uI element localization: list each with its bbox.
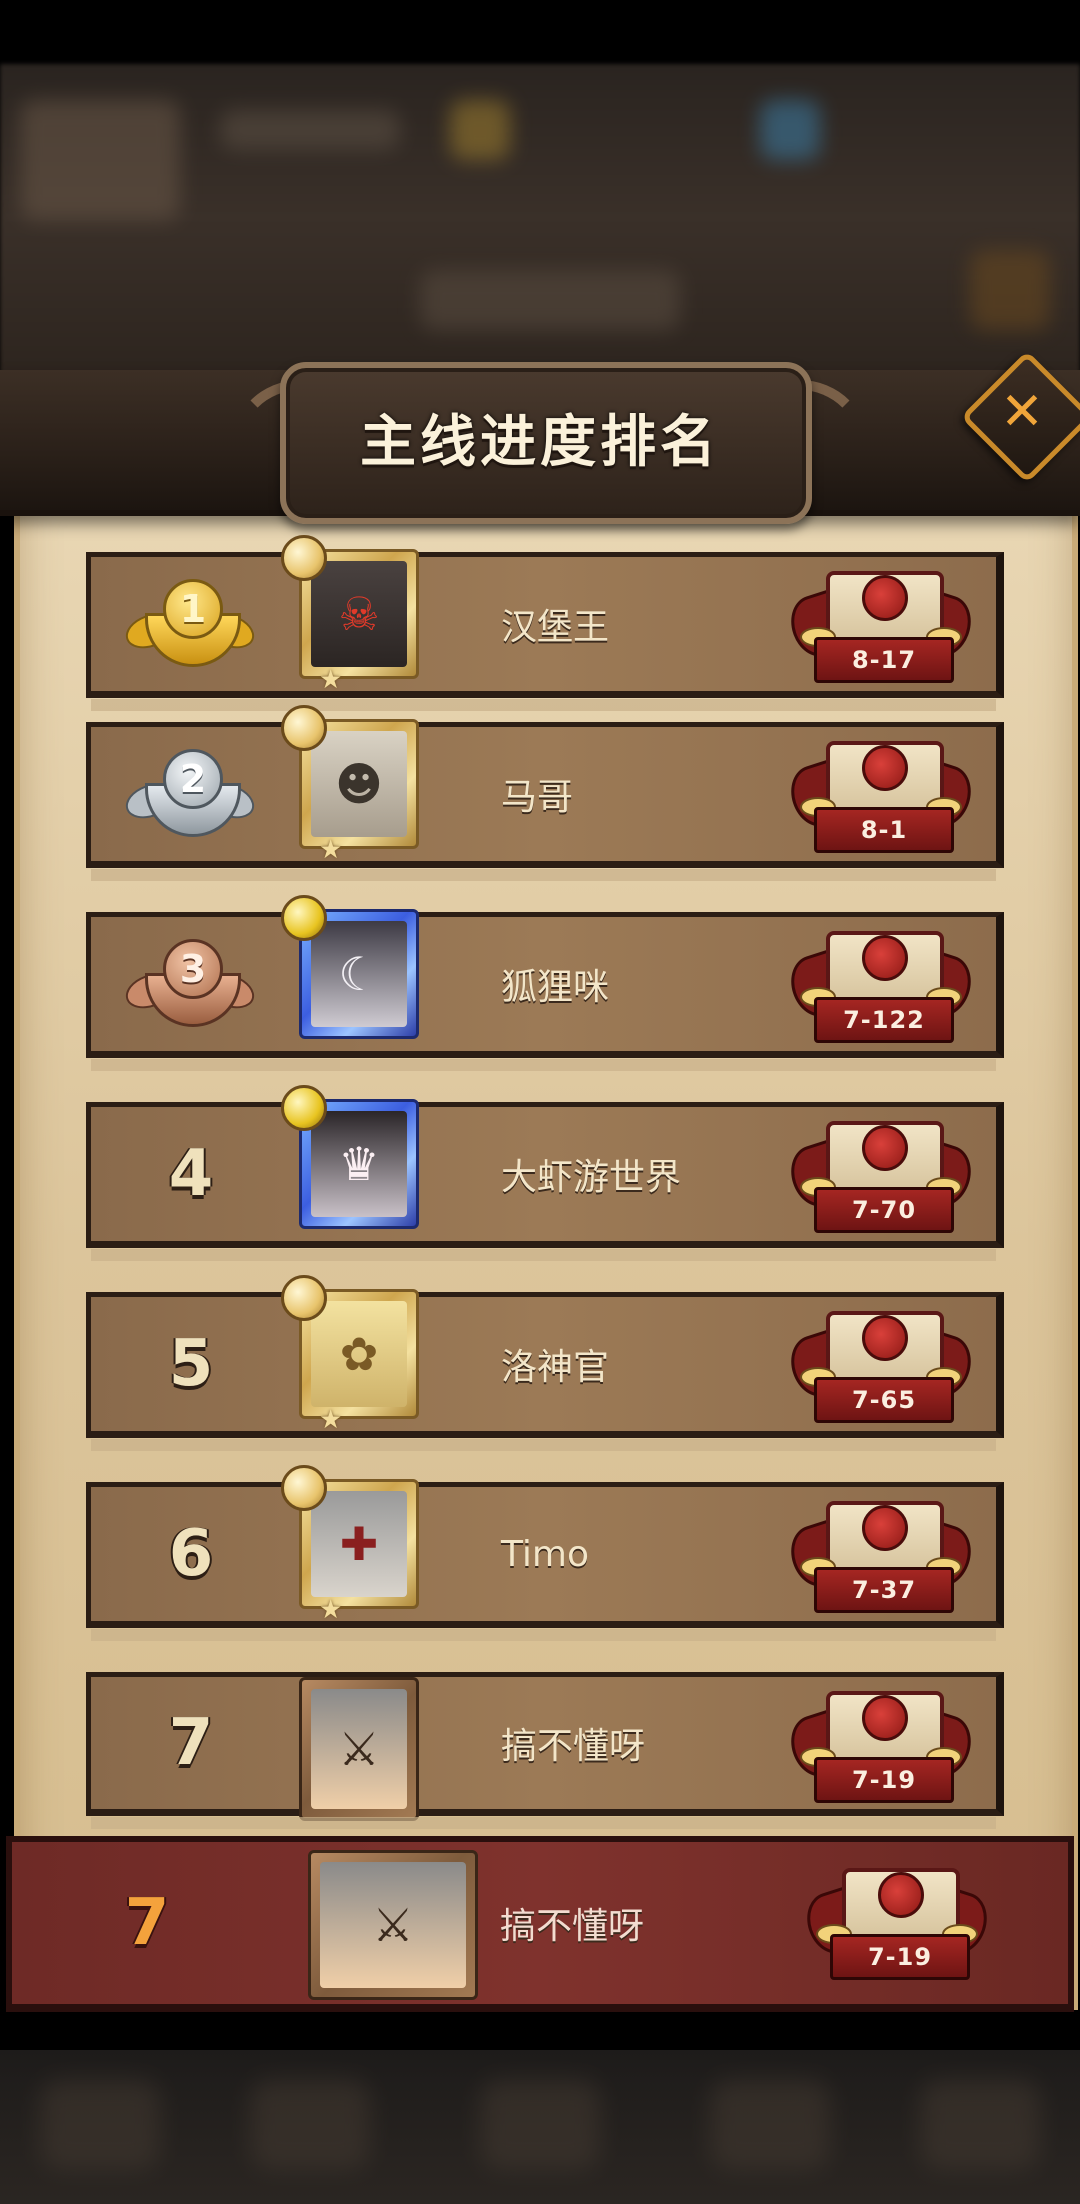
blurred-nav-tab [480,2080,600,2170]
stage-badge: 8-1 [783,735,979,859]
blonde-priestess-hero-icon: ✿ [311,1301,407,1407]
stage-badge: 7-70 [783,1115,979,1239]
bronze-medal-icon: 3 [121,935,259,1043]
star-icon: ★ [319,665,343,695]
stage-progress: 8-17 [851,646,917,674]
rank-number: 2 [163,749,223,809]
stage-badge: 7-19 [783,1685,979,1809]
stage-progress: 7-65 [851,1386,917,1414]
rank-number: 3 [163,939,223,999]
orb-icon [281,1465,327,1511]
my-rank-number: 7 [124,1886,170,1960]
blurred-gem-icon [760,100,820,160]
stage-badge: 7-65 [783,1305,979,1429]
blurred-avatar [20,100,180,220]
ranking-row-2[interactable]: 2 ☻ ★ 马哥 8-1 [86,705,1004,881]
stage-progress: 7-37 [851,1576,917,1604]
player-avatar[interactable]: ♛ [281,1085,419,1249]
player-name: 搞不懂呀 [501,1726,646,1767]
blurred-nav-tab [40,2080,160,2170]
rank-number: 7 [168,1706,214,1780]
ranking-row-6[interactable]: 6 ✚ ★ Timo 7-37 [86,1465,1004,1641]
demon-emblem-icon [862,935,908,981]
player-name: Timo [501,1533,589,1575]
armored-girl-hero-icon: ⚔ [320,1862,466,1988]
stage-progress: 8-1 [860,816,908,844]
star-icon: ★ [319,835,343,865]
my-stage-badge: 7-19 [799,1862,995,1986]
stage-badge: 7-37 [783,1495,979,1619]
ranking-row-7[interactable]: 7 ⚔ 搞不懂呀 7-19 [86,1672,1004,1829]
armored-girl-hero-icon: ⚔ [311,1689,407,1809]
stage-progress: 7-19 [867,1943,933,1971]
player-name: 洛神官 [501,1347,610,1388]
demon-emblem-icon [862,1505,908,1551]
rank-number: 4 [168,1137,214,1211]
blurred-corner-icon [970,250,1050,330]
rank-number: 1 [163,579,223,639]
demon-emblem-icon [862,745,908,791]
blurred-nav-tab [710,2080,830,2170]
demon-emblem-icon [862,1695,908,1741]
knight-helmet-hero-icon: ✚ [311,1491,407,1597]
blurred-nav-tab [920,2080,1040,2170]
bandaged-mummy-hero-icon: ☻ [311,731,407,837]
player-avatar[interactable]: ☠ ★ [281,535,419,699]
orb-icon [281,705,327,751]
ranking-row-3[interactable]: 3 ☾ 狐狸咪 7-122 [86,895,1004,1071]
stage-progress: 7-70 [851,1196,917,1224]
demon-emblem-icon [878,1872,924,1918]
gold-medal-icon: 1 [121,575,259,683]
my-player-name: 搞不懂呀 [500,1906,645,1947]
blurred-subtitle [420,270,680,330]
star-orb-icon [281,1085,327,1131]
stage-badge: 8-17 [783,565,979,689]
player-avatar[interactable]: ⚔ [299,1677,419,1827]
ranking-row-5[interactable]: 5 ✿ ★ 洛神官 7-65 [86,1275,1004,1451]
star-icon: ★ [319,1405,343,1435]
player-avatar[interactable]: ✿ ★ [281,1275,419,1439]
blurred-player-name [220,110,400,150]
star-icon: ★ [319,1595,343,1625]
panel-title: 主线进度排名 [360,409,720,475]
hooded-princess-hero-icon: ♛ [311,1111,407,1217]
my-avatar[interactable]: ⚔ [308,1850,478,2000]
blurred-nav-tab [250,2080,370,2170]
white-haired-witch-hero-icon: ☾ [311,921,407,1027]
stage-badge: 7-122 [783,925,979,1049]
blurred-coin-icon [450,100,510,160]
orb-icon [281,1275,327,1321]
player-avatar[interactable]: ✚ ★ [281,1465,419,1629]
ranking-row-1[interactable]: 1 ☠ ★ 汉堡王 8-17 [86,535,1004,711]
close-icon[interactable]: ✕ [980,370,1064,454]
player-avatar[interactable]: ☻ ★ [281,705,419,869]
demon-emblem-icon [862,575,908,621]
stage-progress: 7-19 [851,1766,917,1794]
player-name: 马哥 [501,777,574,818]
my-ranking-row[interactable]: 7 ⚔ 搞不懂呀 7-19 [6,1836,1074,2012]
demon-emblem-icon [862,1315,908,1361]
star-orb-icon [281,895,327,941]
demon-emblem-icon [862,1125,908,1171]
player-name: 狐狸咪 [501,967,610,1008]
orb-icon [281,535,327,581]
ranking-row-4[interactable]: 4 ♛ 大虾游世界 7-70 [86,1085,1004,1261]
masked-helmet-hero-icon: ☠ [311,561,407,667]
rank-number: 5 [168,1327,214,1401]
player-name: 大虾游世界 [501,1157,682,1198]
rank-number: 6 [168,1517,214,1591]
player-name: 汉堡王 [501,607,610,648]
stage-progress: 7-122 [843,1006,925,1034]
silver-medal-icon: 2 [121,745,259,853]
player-avatar[interactable]: ☾ [281,895,419,1059]
ranking-screen: 主线进度排名 ✕ 1 ☠ ★ 汉堡王 8-17 2 ☻ ★ 马哥 8-1 3 ☾… [0,0,1080,2204]
